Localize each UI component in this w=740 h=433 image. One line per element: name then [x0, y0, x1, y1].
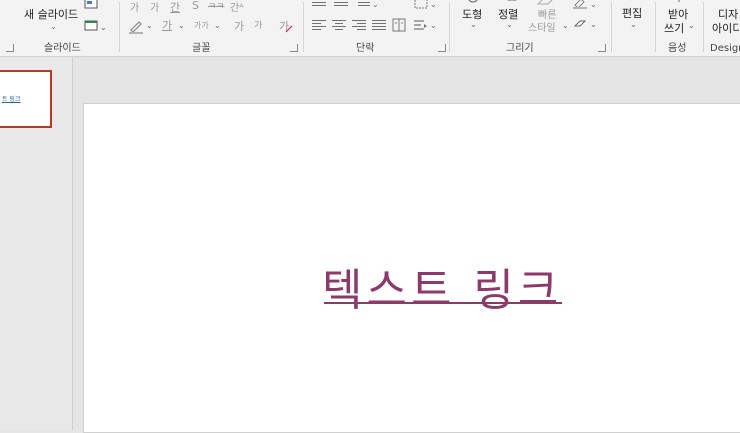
shrink-font-button[interactable]: 가 — [254, 18, 262, 31]
shapes-chevron-icon[interactable]: ⌄ — [470, 20, 477, 29]
designer-group: 디자 아이디 Design — [704, 0, 740, 56]
slides-group-label: 슬라이드 — [44, 43, 81, 54]
align-left-icon[interactable] — [312, 18, 326, 32]
columns-icon[interactable] — [392, 18, 406, 32]
slides-group-launcher-icon[interactable] — [6, 44, 14, 52]
font-button-2[interactable]: 가 — [150, 0, 159, 14]
text-box-icon[interactable] — [414, 0, 428, 10]
text-box-chevron-icon[interactable]: ⌄ — [430, 0, 437, 9]
slide[interactable]: 텍스트 링크 — [83, 103, 740, 433]
shape-effects-icon[interactable] — [572, 18, 588, 30]
new-slide-button[interactable]: 새 슬라이드 — [24, 6, 78, 22]
paragraph-group: ⌄ ⌄ ⌄ 단락 — [304, 0, 448, 56]
voice-group: 받아 쓰기 ⌄ 음성 — [656, 0, 702, 56]
slide-thumbnail-pane: 트 링크 — [0, 57, 73, 430]
clear-formatting-icon[interactable]: 가 — [278, 18, 294, 34]
arrange-icon[interactable] — [506, 0, 520, 4]
drawing-group-label: 그리기 — [506, 43, 534, 54]
quick-styles-chevron-icon[interactable]: ⌄ — [562, 21, 569, 30]
justify-icon[interactable] — [372, 18, 386, 32]
link-underline — [324, 302, 562, 304]
text-direction-icon[interactable] — [412, 18, 428, 32]
section-chevron-icon[interactable]: ⌄ — [100, 23, 107, 32]
highlight-chevron-icon[interactable]: ⌄ — [146, 21, 153, 30]
slides-group: 새 슬라이드 ⌄ ⌄ 슬라이드 — [0, 0, 118, 56]
underline-button[interactable]: 간 — [170, 0, 180, 15]
editing-chevron-icon[interactable]: ⌄ — [630, 20, 637, 29]
align-right-icon[interactable] — [352, 18, 366, 32]
text-shadow-button[interactable]: ㅋㅋ — [208, 0, 225, 12]
shape-fill-chevron-icon[interactable]: ⌄ — [590, 0, 597, 9]
slide-editor-canvas: 텍스트 링크 — [73, 57, 740, 433]
font-group: 가 가 간 S ㅋㅋ 간ᴬ ⌄ 가 ⌄ 가가 ⌄ 가 가 가 글꼴 — [120, 0, 302, 56]
highlight-icon[interactable] — [128, 18, 144, 34]
font-group-label: 글꼴 — [192, 43, 211, 54]
voice-group-label: 음성 — [668, 43, 687, 54]
text-link[interactable]: 텍스트 링크 — [322, 254, 562, 318]
case-chevron-icon[interactable]: ⌄ — [214, 21, 221, 30]
slide-thumbnail-1[interactable]: 트 링크 — [0, 70, 52, 128]
font-color-chevron-icon[interactable]: ⌄ — [178, 21, 185, 30]
arrange-chevron-icon[interactable]: ⌄ — [506, 20, 513, 29]
grow-font-button[interactable]: 가 — [234, 18, 244, 34]
dictate-line2[interactable]: 쓰기 — [664, 20, 684, 36]
font-button-1[interactable]: 가 — [130, 0, 139, 14]
ribbon: 새 슬라이드 ⌄ ⌄ 슬라이드 가 가 간 S ㅋㅋ 간ᴬ ⌄ 가 ⌄ 가가 ⌄… — [0, 0, 740, 57]
thumbnail-text: 트 링크 — [2, 96, 21, 103]
dictate-chevron-icon[interactable]: ⌄ — [688, 21, 695, 30]
font-color-button[interactable]: 가 — [162, 17, 172, 33]
shapes-icon[interactable] — [466, 0, 480, 4]
case-button[interactable]: 가가 — [194, 20, 209, 31]
line-spacing-chevron-icon[interactable]: ⌄ — [372, 0, 379, 9]
editing-group: 편집 ⌄ — [612, 0, 654, 56]
layout-icon[interactable] — [84, 0, 98, 10]
font-group-launcher-icon[interactable] — [290, 44, 298, 52]
paragraph-group-label: 단락 — [356, 43, 375, 54]
section-icon[interactable] — [84, 20, 98, 32]
shape-effects-chevron-icon[interactable]: ⌄ — [590, 20, 597, 29]
decrease-indent-icon[interactable] — [312, 0, 326, 8]
drawing-group-launcher-icon[interactable] — [598, 44, 606, 52]
quick-styles-line2[interactable]: 스타일 — [528, 19, 556, 34]
text-direction-chevron-icon[interactable]: ⌄ — [430, 21, 437, 30]
microphone-icon[interactable] — [674, 0, 684, 4]
align-center-icon[interactable] — [332, 18, 346, 32]
increase-indent-icon[interactable] — [334, 0, 348, 8]
designer-line2[interactable]: 아이디 — [712, 20, 740, 36]
shape-fill-icon[interactable] — [572, 0, 588, 9]
new-slide-chevron-icon[interactable]: ⌄ — [50, 22, 57, 31]
strikethrough-button[interactable]: S — [192, 0, 199, 12]
drawing-group: 도형 ⌄ 정렬 ⌄ 빠른 스타일 ⌄ ⌄ ⌄ 그리기 — [450, 0, 610, 56]
paragraph-group-launcher-icon[interactable] — [438, 44, 446, 52]
editing-button[interactable]: 편집 — [622, 5, 642, 21]
designer-group-label: Design — [710, 43, 740, 54]
line-spacing-icon[interactable] — [358, 0, 370, 8]
char-spacing-button[interactable]: 간ᴬ — [230, 0, 244, 14]
